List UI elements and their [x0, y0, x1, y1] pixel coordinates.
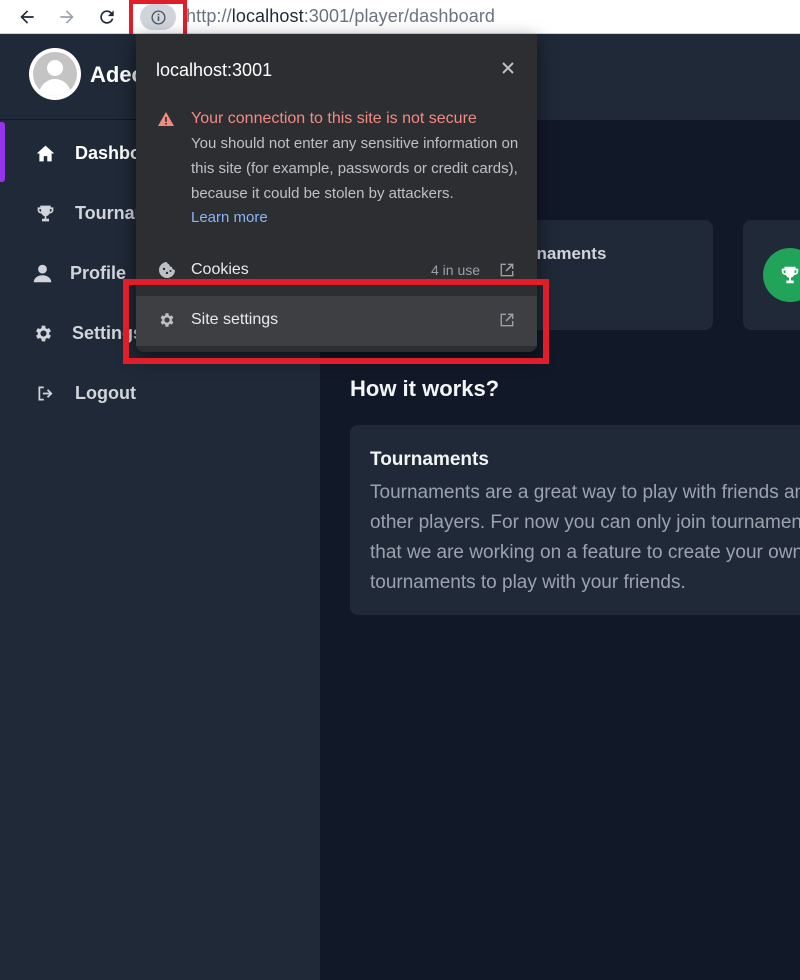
- cookies-label: Cookies: [191, 261, 249, 278]
- popup-host: localhost:3001: [156, 60, 273, 80]
- sidebar-item-label: Profile: [70, 262, 127, 283]
- user-icon: [30, 261, 54, 285]
- site-settings-highlight: [123, 279, 549, 364]
- section-title: How it works?: [350, 376, 500, 401]
- info-card: Tournaments Tournaments are a great way …: [350, 425, 800, 615]
- logout-icon: [33, 381, 57, 405]
- home-icon: [33, 141, 57, 165]
- back-arrow-icon[interactable]: [13, 3, 41, 31]
- sidebar-item-logout[interactable]: Logout: [0, 368, 320, 418]
- url-path: :3001/player/dashboard: [303, 6, 496, 26]
- avatar[interactable]: [29, 48, 81, 100]
- trophy-badge: [763, 248, 800, 302]
- address-bar[interactable]: http://localhost:3001/player/dashboard: [186, 6, 495, 27]
- close-icon: [502, 62, 514, 74]
- url-host: localhost: [231, 6, 304, 26]
- gear-icon: [31, 321, 55, 345]
- learn-more-link[interactable]: Learn more: [191, 209, 268, 226]
- stat-card-trophy: [743, 220, 800, 330]
- info-card-title: Tournaments: [370, 449, 489, 470]
- warning-title: Your connection to this site is not secu…: [191, 110, 477, 127]
- browser-toolbar: http://localhost:3001/player/dashboard: [0, 0, 800, 38]
- sidebar-item-label: Logout: [75, 382, 136, 403]
- external-link-icon: [500, 263, 514, 277]
- info-button-highlight: [129, 0, 187, 38]
- forward-arrow-icon[interactable]: [53, 3, 81, 31]
- warning-icon: [158, 112, 174, 126]
- trophy-icon: [33, 201, 57, 225]
- cookies-count: 4 in use: [431, 262, 481, 278]
- info-card-text: Tournaments are a great way to play with…: [370, 482, 800, 593]
- avatar-placeholder-icon: [33, 52, 77, 96]
- trophy-icon: [781, 266, 799, 284]
- reload-icon[interactable]: [93, 3, 121, 31]
- close-button[interactable]: [498, 58, 518, 78]
- cookie-icon: [159, 262, 175, 278]
- url-scheme: http://: [186, 6, 232, 26]
- warning-body: You should not enter any sensitive infor…: [191, 135, 519, 202]
